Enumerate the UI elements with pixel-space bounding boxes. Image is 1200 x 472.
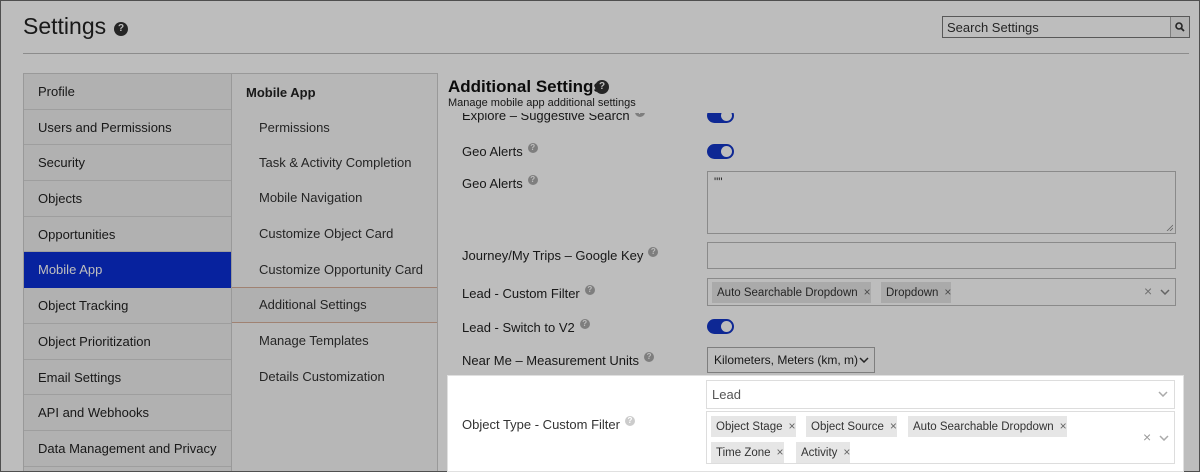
chevron-down-icon bbox=[1158, 391, 1168, 397]
nav-item-mobile-app[interactable]: Mobile App bbox=[24, 252, 231, 289]
info-icon: ? bbox=[579, 319, 590, 329]
nav-item-users-and-permissions[interactable]: Users and Permissions bbox=[24, 110, 231, 146]
chip-remove-icon[interactable]: × bbox=[944, 285, 951, 299]
help-icon[interactable]: ? bbox=[114, 22, 128, 36]
journey-key-label: Journey/My Trips – Google Key? bbox=[462, 247, 659, 263]
object-type-filter-label: Object Type - Custom Filter? bbox=[462, 416, 635, 432]
object-type-value: Lead bbox=[712, 387, 741, 402]
nav-item-api-and-webhooks[interactable]: API and Webhooks bbox=[24, 395, 231, 431]
info-icon: ? bbox=[527, 175, 538, 185]
chip-label: Dropdown bbox=[886, 287, 939, 299]
search-input[interactable] bbox=[943, 17, 1172, 37]
nav-item-profile[interactable]: Profile bbox=[24, 74, 231, 110]
header-divider bbox=[23, 53, 1189, 54]
search-box bbox=[942, 16, 1190, 38]
info-icon: ? bbox=[624, 416, 635, 426]
scroll-clip: Explore – Suggestive Search? bbox=[441, 113, 1191, 129]
filter-chip: Auto Searchable Dropdown × bbox=[908, 416, 1067, 437]
section-help-icon[interactable]: ? bbox=[595, 80, 609, 94]
geo-alerts-toggle-label: Geo Alerts? bbox=[462, 143, 538, 159]
subnav-item-task-activity-completion[interactable]: Task & Activity Completion bbox=[232, 145, 437, 181]
filter-chip: Auto Searchable Dropdown × bbox=[712, 282, 871, 303]
chip-remove-icon[interactable]: × bbox=[890, 419, 897, 433]
info-icon: ? bbox=[644, 352, 655, 362]
chip-label: Auto Searchable Dropdown bbox=[717, 287, 858, 299]
journey-key-input[interactable] bbox=[707, 242, 1176, 269]
object-type-filter-panel: Object Type - Custom Filter? Lead Object… bbox=[447, 375, 1184, 472]
geo-alerts-textarea[interactable]: "" bbox=[707, 171, 1176, 234]
section-subtitle: Manage mobile app additional settings bbox=[448, 97, 636, 109]
geo-alerts-toggle[interactable] bbox=[707, 144, 734, 159]
chip-remove-icon[interactable]: × bbox=[864, 285, 871, 299]
chip-label: Time Zone bbox=[716, 447, 771, 459]
nav-item-security[interactable]: Security bbox=[24, 145, 231, 182]
lead-filter-label-text: Lead - Custom Filter bbox=[462, 286, 580, 301]
lead-switch-label-text: Lead - Switch to V2 bbox=[462, 320, 575, 335]
object-type-select[interactable]: Lead bbox=[706, 380, 1175, 409]
geo-alerts-text-label: Geo Alerts? bbox=[462, 175, 538, 191]
chip-remove-icon[interactable]: × bbox=[777, 445, 784, 459]
chip-label: Auto Searchable Dropdown bbox=[913, 421, 1054, 433]
filter-chip: Object Source × bbox=[806, 416, 897, 437]
near-me-units-label: Near Me – Measurement Units? bbox=[462, 352, 655, 368]
chip-label: Object Stage bbox=[716, 421, 783, 433]
geo-alerts-label-text: Geo Alerts bbox=[462, 144, 523, 159]
subnav-item-manage-templates[interactable]: Manage Templates bbox=[232, 323, 437, 359]
clear-icon[interactable]: × bbox=[1144, 283, 1152, 299]
chip-label: Activity bbox=[801, 447, 838, 459]
section-title: Additional Settings bbox=[448, 77, 603, 96]
search-button[interactable] bbox=[1170, 17, 1189, 37]
page-title: Settings bbox=[23, 13, 107, 39]
settings-category-nav: Profile Users and Permissions Security O… bbox=[23, 73, 231, 471]
chevron-down-icon[interactable] bbox=[1160, 289, 1170, 295]
filter-chip: Time Zone × bbox=[711, 442, 784, 463]
info-icon: ? bbox=[584, 285, 595, 295]
nav-item-object-prioritization[interactable]: Object Prioritization bbox=[24, 324, 231, 360]
nav-item-objects[interactable]: Objects bbox=[24, 181, 231, 217]
geo-alerts-value: "" bbox=[714, 175, 723, 189]
subnav-item-customize-object-card[interactable]: Customize Object Card bbox=[232, 216, 437, 252]
mobile-app-subnav: Mobile App Permissions Task & Activity C… bbox=[231, 73, 438, 471]
filter-chip: Activity × bbox=[796, 442, 851, 463]
lead-switch-toggle[interactable] bbox=[707, 319, 734, 334]
info-icon: ? bbox=[634, 113, 645, 117]
nav-item-email-settings[interactable]: Email Settings bbox=[24, 360, 231, 396]
chevron-down-icon bbox=[859, 357, 869, 363]
chip-remove-icon[interactable]: × bbox=[788, 419, 795, 433]
filter-chip: Object Stage × bbox=[711, 416, 796, 437]
search-icon bbox=[1175, 22, 1185, 32]
chip-remove-icon[interactable]: × bbox=[843, 445, 850, 459]
explore-row-label: Explore – Suggestive Search? bbox=[462, 113, 645, 123]
filter-chip: Dropdown × bbox=[881, 282, 952, 303]
subnav-item-additional-settings[interactable]: Additional Settings bbox=[232, 287, 437, 323]
near-me-units-value: Kilometers, Meters (km, m) bbox=[714, 353, 859, 367]
chip-remove-icon[interactable]: × bbox=[1060, 419, 1067, 433]
subnav-item-mobile-navigation[interactable]: Mobile Navigation bbox=[232, 180, 437, 216]
info-icon: ? bbox=[527, 143, 538, 153]
explore-toggle[interactable] bbox=[707, 113, 734, 123]
info-icon: ? bbox=[648, 247, 659, 257]
nav-item-opportunities[interactable]: Opportunities bbox=[24, 217, 231, 253]
near-me-label-text: Near Me – Measurement Units bbox=[462, 353, 640, 368]
nav-item-data-management[interactable]: Data Management and Privacy bbox=[24, 431, 231, 467]
resize-grip-icon[interactable] bbox=[1166, 224, 1173, 231]
near-me-units-select[interactable]: Kilometers, Meters (km, m) bbox=[707, 347, 875, 373]
lead-custom-filter-label: Lead - Custom Filter? bbox=[462, 285, 595, 301]
subnav-item-customize-opportunity-card[interactable]: Customize Opportunity Card bbox=[232, 252, 437, 288]
lead-switch-label: Lead - Switch to V2? bbox=[462, 319, 590, 335]
clear-icon[interactable]: × bbox=[1143, 429, 1151, 445]
explore-label-text: Explore – Suggestive Search bbox=[462, 113, 630, 123]
object-type-filter-label-text: Object Type - Custom Filter bbox=[462, 417, 620, 432]
lead-custom-filter-select[interactable]: Auto Searchable Dropdown × Dropdown × × bbox=[707, 278, 1176, 306]
chip-label: Object Source bbox=[811, 421, 884, 433]
object-type-filter-select[interactable]: Object Stage × Object Source × Auto Search… bbox=[706, 411, 1175, 464]
nav-item-object-tracking[interactable]: Object Tracking bbox=[24, 288, 231, 324]
subnav-heading: Mobile App bbox=[246, 85, 316, 100]
subnav-item-permissions[interactable]: Permissions bbox=[232, 110, 437, 146]
journey-key-label-text: Journey/My Trips – Google Key bbox=[462, 248, 644, 263]
chevron-down-icon[interactable] bbox=[1159, 435, 1169, 441]
geo-alerts-text-label-text: Geo Alerts bbox=[462, 176, 523, 191]
subnav-item-details-customization[interactable]: Details Customization bbox=[232, 359, 437, 395]
